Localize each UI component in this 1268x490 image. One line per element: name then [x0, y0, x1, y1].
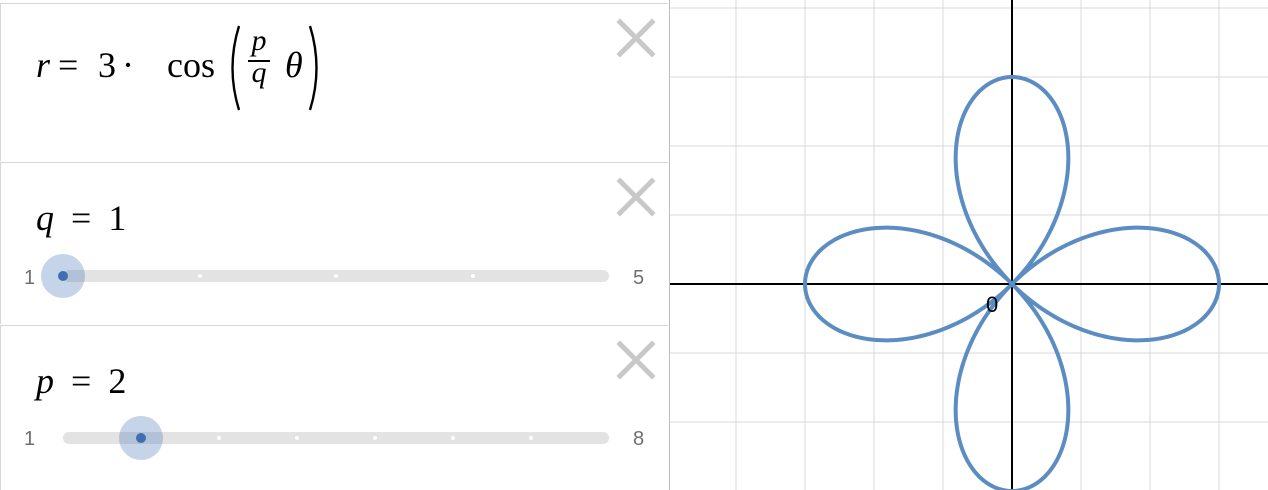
slider-handle[interactable]: [41, 254, 85, 298]
slider-q-label[interactable]: q = 1: [36, 197, 126, 239]
slider-tick: [295, 436, 299, 440]
lhs-r: r: [36, 45, 51, 85]
delete-expression-button[interactable]: [616, 340, 656, 380]
equals-sign: =: [58, 45, 79, 85]
slider-handle-core: [58, 271, 68, 281]
slider-tick: [373, 436, 377, 440]
variable-name: q: [36, 198, 54, 238]
slider-p-label[interactable]: p = 2: [36, 360, 126, 402]
graph-canvas[interactable]: 0: [670, 0, 1268, 490]
slider-track[interactable]: [63, 270, 609, 282]
multiply-dot: ·: [122, 45, 134, 85]
close-icon: [616, 177, 656, 217]
expression-slider-p[interactable]: p = 2 1 8: [0, 325, 668, 490]
slider-max-label: 8: [633, 428, 645, 450]
close-icon: [616, 18, 656, 58]
right-paren-icon: [308, 25, 318, 111]
slider-tick: [529, 436, 533, 440]
delete-expression-button[interactable]: [616, 18, 656, 58]
function-cos: cos: [167, 45, 215, 85]
slider-tick: [197, 274, 202, 278]
equals-sign: =: [71, 361, 92, 401]
expression-polar[interactable]: r = 3 · cos p q θ: [0, 3, 668, 161]
slider-tick: [470, 274, 475, 278]
theta: θ: [285, 45, 303, 85]
slider-min-label: 1: [24, 267, 36, 289]
slider-tick: [217, 436, 221, 440]
slider-tick: [451, 436, 455, 440]
slider-value: 1: [108, 198, 127, 238]
axes: [670, 0, 1268, 490]
coefficient: 3: [98, 45, 116, 85]
grid-lines: [670, 0, 1268, 490]
origin-label: 0: [986, 292, 998, 317]
left-paren-icon: [231, 25, 241, 111]
close-icon: [616, 340, 656, 380]
fraction-numerator: p: [251, 24, 267, 57]
expression-list: r = 3 · cos p q θ q = 1 1 5 p = 2 1 8: [0, 0, 670, 490]
slider-tick: [334, 274, 338, 278]
variable-name: p: [36, 361, 54, 401]
equals-sign: =: [71, 198, 92, 238]
slider-max-label: 5: [633, 267, 645, 289]
slider-min-label: 1: [24, 428, 36, 450]
slider-value: 2: [108, 361, 127, 401]
delete-expression-button[interactable]: [616, 177, 656, 217]
graph-svg: 0: [670, 0, 1268, 490]
slider-handle[interactable]: [119, 416, 163, 460]
slider-handle-core: [136, 433, 146, 443]
fraction-p-over-q: p q: [248, 24, 270, 90]
fraction-denominator: q: [251, 56, 267, 89]
expression-slider-q[interactable]: q = 1 1 5: [0, 162, 668, 324]
